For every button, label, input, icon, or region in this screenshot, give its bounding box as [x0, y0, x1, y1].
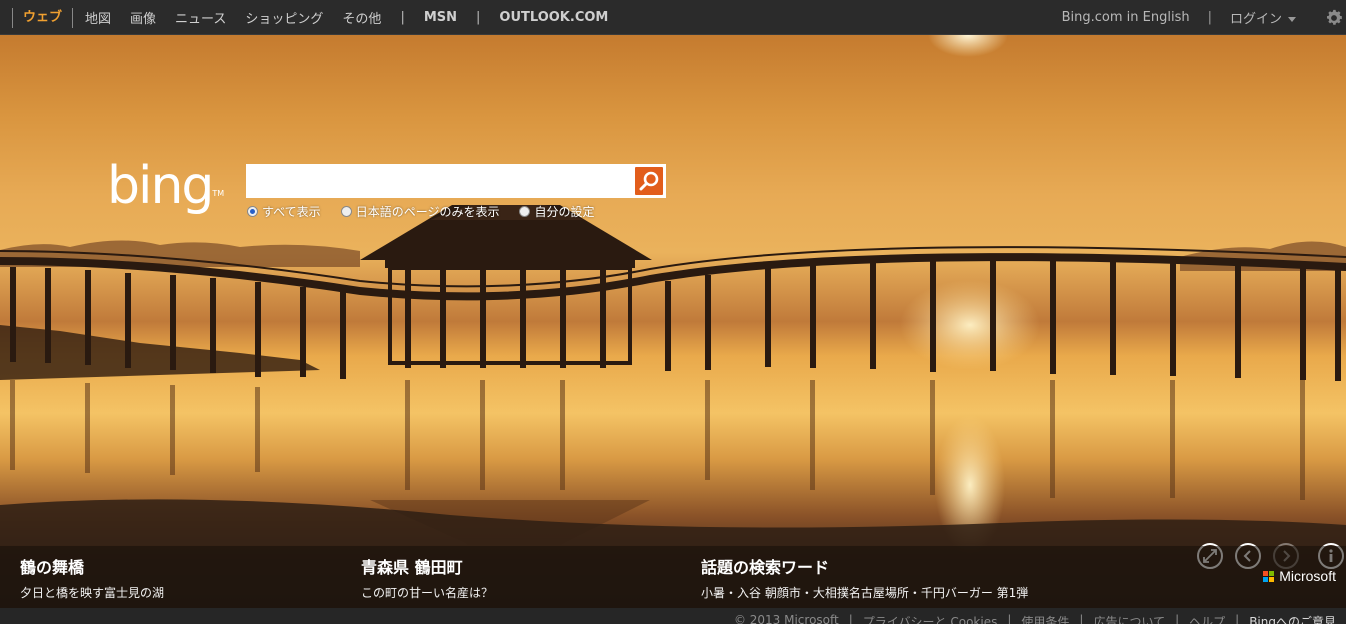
radio-selected-icon[interactable] [247, 206, 258, 217]
search-scope-options: すべて表示 日本語のページのみを表示 自分の設定 [247, 203, 614, 220]
radio-icon[interactable] [340, 206, 352, 217]
search-box [246, 164, 666, 198]
option-all[interactable]: すべて表示 [247, 203, 321, 220]
help-link[interactable]: ヘルプ [1189, 613, 1225, 624]
option-japanese-only[interactable]: 日本語のページのみを表示 [340, 203, 500, 220]
nav-outlook[interactable]: OUTLOOK.COM [499, 10, 608, 25]
bing-logo[interactable]: bingTM [107, 160, 224, 212]
copyright: © 2013 Microsoft [733, 613, 839, 624]
caption-subtitle: この町の甘ーい名産は？ [361, 586, 494, 600]
caption-subtitle: 夕日と橋を映す富士見の湖 [20, 586, 165, 600]
search-input[interactable] [246, 164, 631, 198]
nav-shopping[interactable]: ショッピング [245, 8, 323, 27]
footer-separator: | [1007, 613, 1012, 624]
feedback-link[interactable]: Bingへのご意見 [1249, 613, 1336, 624]
footer-links: © 2013 Microsoft | プライバシーと Cookies | 使用条… [724, 613, 1336, 624]
option-my-settings[interactable]: 自分の設定 [519, 203, 594, 220]
bridge-sunset-scene [0, 35, 1346, 608]
caption-subtitle: 小暑・入谷 朝顔市・大相撲名古屋場所・千円バーガー 第1弾 [701, 586, 1029, 600]
footer-separator: | [1235, 613, 1240, 624]
hotspot-caption-strip: 鶴の舞橋 夕日と橋を映す富士見の湖 青森県 鶴田町 この町の甘ーい名産は？ 話題… [0, 546, 1346, 608]
option-all-label: すべて表示 [262, 205, 321, 219]
login-label: ログイン [1229, 12, 1282, 27]
nav-images[interactable]: 画像 [130, 8, 156, 27]
microsoft-label: Microsoft [1279, 568, 1336, 584]
vertical-nav: ウェブ 地図 画像 ニュース ショッピング その他 | MSN | OUTLOO… [12, 0, 627, 35]
caption-title: 鶴の舞橋 [20, 558, 85, 577]
chevron-down-icon [1288, 17, 1296, 22]
microsoft-windows-icon [1263, 570, 1275, 582]
gear-icon[interactable] [1324, 8, 1344, 28]
footer-separator: | [1079, 613, 1084, 624]
ads-link[interactable]: 広告について [1093, 613, 1165, 624]
footer: © 2013 Microsoft | プライバシーと Cookies | 使用条… [0, 608, 1346, 624]
nav-more[interactable]: その他 [342, 8, 381, 27]
privacy-link[interactable]: プライバシーと Cookies [863, 613, 998, 624]
search-button[interactable] [635, 167, 663, 195]
radio-icon[interactable] [519, 206, 531, 217]
nav-separator: | [476, 10, 481, 25]
caption-location[interactable]: 青森県 鶴田町 この町の甘ーい名産は？ [361, 554, 493, 601]
bing-english-link[interactable]: Bing.com in English [1062, 10, 1190, 25]
account-separator: | [1207, 10, 1212, 25]
caption-title: 話題の検索ワード [701, 558, 830, 577]
account-area: Bing.com in English | ログイン [1062, 0, 1346, 35]
login-menu[interactable]: ログイン [1230, 8, 1296, 27]
caption-trending-searches[interactable]: 話題の検索ワード 小暑・入谷 朝顔市・大相撲名古屋場所・千円バーガー 第1弾 [701, 554, 1028, 601]
caption-image-title[interactable]: 鶴の舞橋 夕日と橋を映す富士見の湖 [20, 554, 164, 601]
footer-separator: | [1175, 613, 1180, 624]
option-japanese-label: 日本語のページのみを表示 [355, 205, 500, 219]
search-icon [639, 171, 659, 191]
caption-title: 青森県 鶴田町 [361, 558, 463, 577]
hero-background-image: bingTM すべて表示 日本語のページのみを表示 自分の設定 [0, 35, 1346, 608]
nav-separator: | [400, 10, 405, 25]
nav-web[interactable]: ウェブ [12, 7, 74, 28]
terms-link[interactable]: 使用条件 [1021, 613, 1069, 624]
nav-news[interactable]: ニュース [175, 8, 226, 27]
nav-maps[interactable]: 地図 [85, 8, 111, 27]
option-settings-label: 自分の設定 [534, 205, 595, 219]
microsoft-logo[interactable]: Microsoft [1263, 568, 1336, 584]
top-navigation-bar: ウェブ 地図 画像 ニュース ショッピング その他 | MSN | OUTLOO… [0, 0, 1346, 35]
trademark-mark: TM [212, 189, 225, 198]
nav-msn[interactable]: MSN [424, 10, 457, 25]
footer-separator: | [848, 613, 853, 624]
logo-text: bing [107, 156, 214, 216]
